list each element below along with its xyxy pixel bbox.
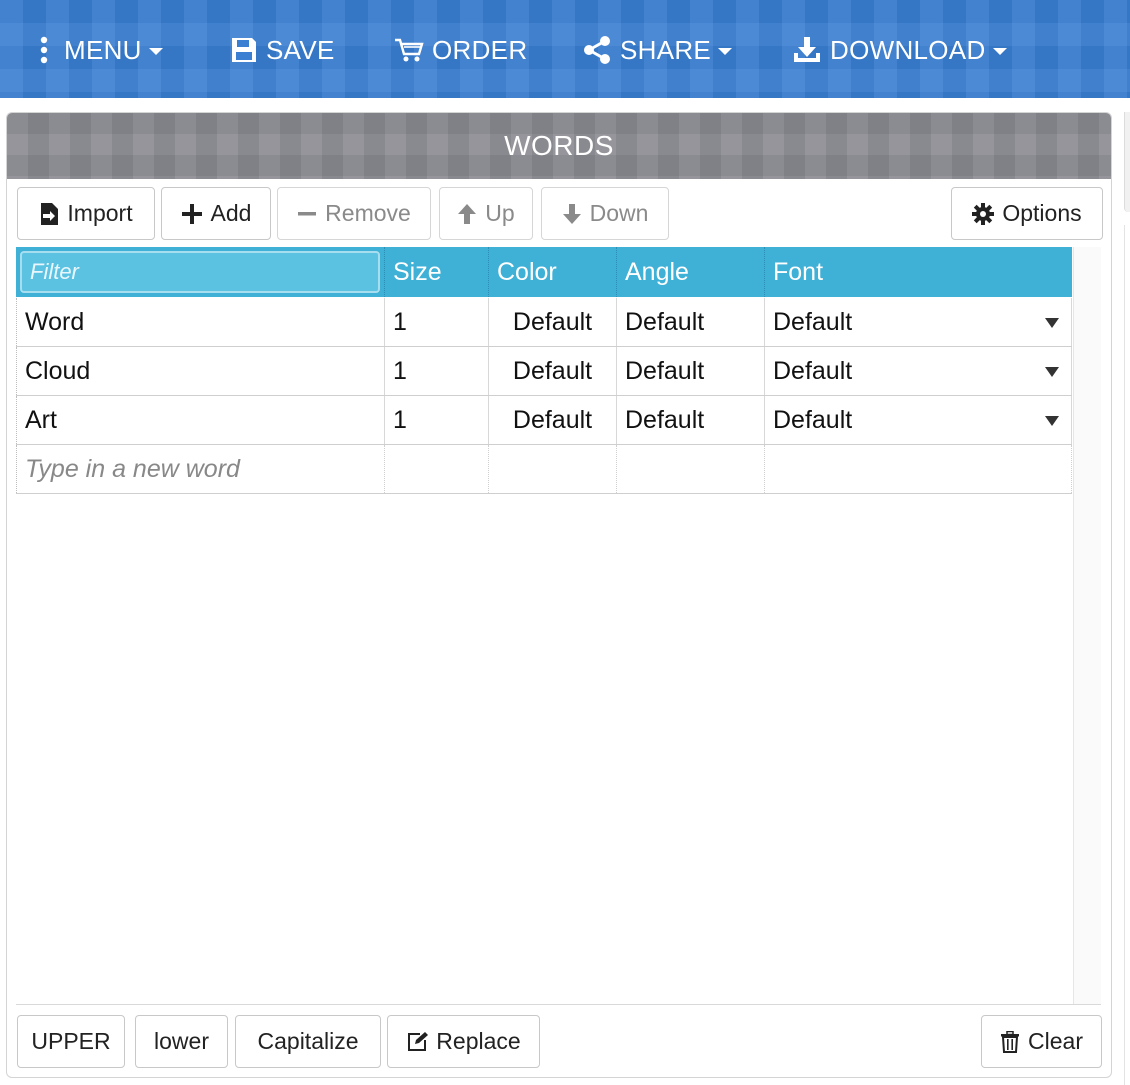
font-select[interactable]: Default: [765, 396, 1072, 444]
column-header-color[interactable]: Color: [489, 247, 617, 297]
words-panel: WORDS Import Add Remove Up Down Options …: [6, 112, 1112, 1078]
font-value: Default: [773, 357, 853, 385]
arrow-up-icon: [457, 203, 477, 225]
floppy-disk-icon: [230, 36, 258, 64]
edit-icon: [406, 1031, 429, 1053]
replace-label: Replace: [436, 1028, 521, 1054]
font-value: Default: [773, 308, 853, 336]
column-header-size[interactable]: Size: [385, 247, 489, 297]
replace-button[interactable]: Replace: [387, 1015, 540, 1068]
move-down-button[interactable]: Down: [541, 187, 669, 240]
dropdown-arrow-icon: [1045, 416, 1059, 426]
share-dropdown[interactable]: SHARE: [582, 30, 733, 70]
angle-cell[interactable]: Default: [617, 347, 765, 395]
remove-button[interactable]: Remove: [277, 187, 431, 240]
table-row[interactable]: Art 1 Default Default Default: [16, 396, 1072, 445]
share-label: SHARE: [620, 34, 712, 65]
font-select[interactable]: Default: [765, 347, 1072, 395]
word-cell[interactable]: Word: [16, 298, 385, 346]
top-navbar: MENU SAVE ORDER SHARE DOWNLOAD: [0, 0, 1130, 98]
up-label: Up: [485, 200, 515, 226]
add-button[interactable]: Add: [161, 187, 271, 240]
color-cell[interactable]: Default: [489, 298, 617, 346]
down-label: Down: [589, 200, 649, 226]
plus-icon: [181, 203, 203, 225]
new-word-input[interactable]: Type in a new word: [16, 445, 385, 493]
angle-cell[interactable]: Default: [617, 396, 765, 444]
order-button[interactable]: ORDER: [394, 30, 527, 70]
font-select[interactable]: Default: [765, 298, 1072, 346]
lowercase-button[interactable]: lower: [135, 1015, 228, 1068]
angle-cell[interactable]: [617, 445, 765, 493]
gear-icon: [972, 202, 995, 225]
color-cell[interactable]: [489, 445, 617, 493]
size-cell[interactable]: [385, 445, 489, 493]
menu-label: MENU: [64, 34, 142, 65]
clear-label: Clear: [1028, 1028, 1083, 1054]
remove-label: Remove: [325, 200, 411, 226]
trash-icon: [1000, 1030, 1020, 1053]
footer-divider: [16, 1004, 1101, 1005]
color-cell[interactable]: Default: [489, 396, 617, 444]
share-icon: [582, 36, 612, 64]
word-cell[interactable]: Art: [16, 396, 385, 444]
save-button[interactable]: SAVE: [230, 30, 335, 70]
size-cell[interactable]: 1: [385, 396, 489, 444]
size-cell[interactable]: 1: [385, 347, 489, 395]
order-label: ORDER: [432, 34, 528, 65]
import-button[interactable]: Import: [17, 187, 155, 240]
caret-down-icon: [148, 47, 163, 55]
import-label: Import: [67, 200, 133, 226]
download-label: DOWNLOAD: [830, 34, 986, 65]
dropdown-arrow-icon: [1045, 367, 1059, 377]
filter-header-cell: Filter: [16, 247, 385, 297]
download-dropdown[interactable]: DOWNLOAD: [792, 30, 1007, 70]
save-label: SAVE: [266, 34, 335, 65]
caret-down-icon: [718, 47, 733, 55]
options-label: Options: [1002, 200, 1082, 226]
download-icon: [792, 36, 822, 64]
clear-button[interactable]: Clear: [981, 1015, 1102, 1068]
color-cell[interactable]: Default: [489, 347, 617, 395]
grid-scroll-gutter: [1073, 247, 1101, 1004]
table-row[interactable]: Cloud 1 Default Default Default: [16, 347, 1072, 396]
dropdown-arrow-icon: [1045, 318, 1059, 328]
minus-icon: [297, 204, 317, 224]
menu-dropdown[interactable]: MENU: [38, 30, 163, 70]
shopping-cart-icon: [394, 37, 424, 63]
side-panel-edge-lower: [1124, 225, 1130, 1085]
uppercase-button[interactable]: UPPER: [17, 1015, 125, 1068]
filter-input[interactable]: Filter: [20, 251, 380, 293]
font-cell[interactable]: [765, 445, 1072, 493]
options-button[interactable]: Options: [951, 187, 1103, 240]
column-header-angle[interactable]: Angle: [617, 247, 765, 297]
new-word-row[interactable]: Type in a new word: [16, 445, 1072, 494]
vertical-ellipsis-icon: [38, 36, 50, 64]
side-panel-edge: [1124, 112, 1130, 212]
angle-cell[interactable]: Default: [617, 298, 765, 346]
word-cell[interactable]: Cloud: [16, 347, 385, 395]
size-cell[interactable]: 1: [385, 298, 489, 346]
panel-title: WORDS: [7, 113, 1111, 179]
caret-down-icon: [992, 47, 1007, 55]
font-value: Default: [773, 406, 853, 434]
add-label: Add: [210, 200, 252, 226]
table-row[interactable]: Word 1 Default Default Default: [16, 298, 1072, 347]
column-header-font[interactable]: Font: [765, 247, 1072, 297]
move-up-button[interactable]: Up: [439, 187, 533, 240]
arrow-down-icon: [562, 203, 582, 225]
file-import-icon: [39, 202, 59, 226]
capitalize-button[interactable]: Capitalize: [235, 1015, 381, 1068]
